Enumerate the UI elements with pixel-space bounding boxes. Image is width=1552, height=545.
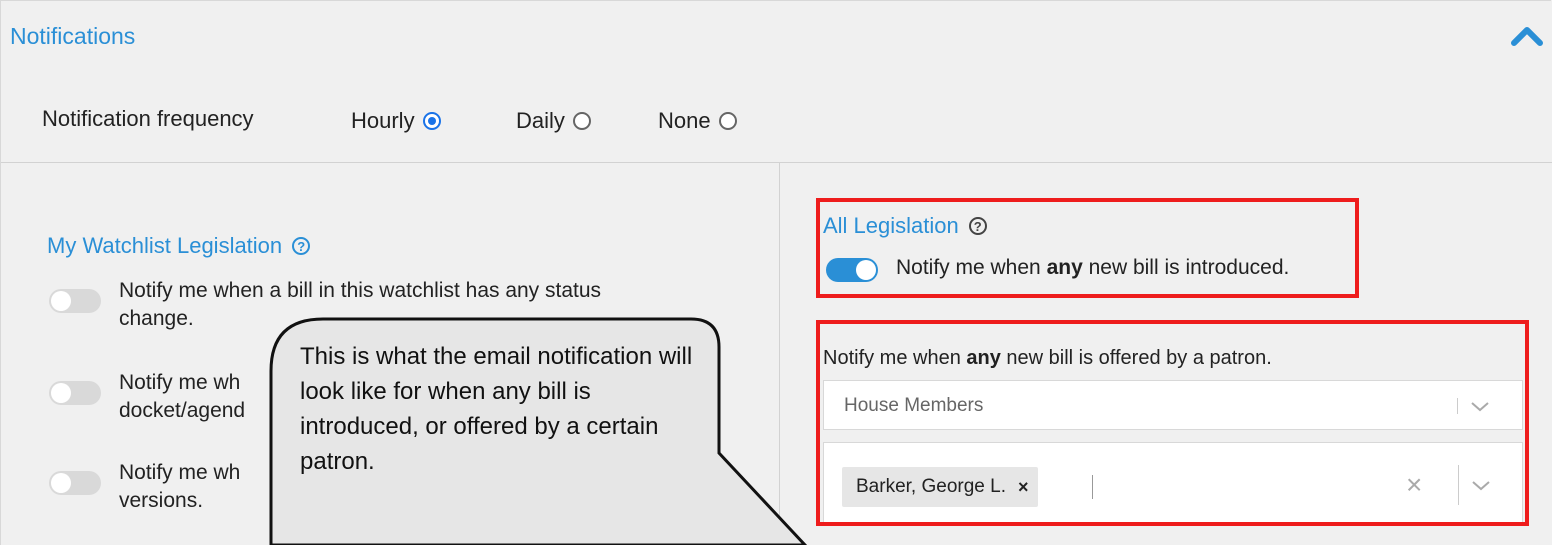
callout-bubble <box>269 317 808 545</box>
callout-text: This is what the email notification will… <box>300 343 693 475</box>
notifications-panel: Notifications Notification frequency Hou… <box>0 0 1552 545</box>
